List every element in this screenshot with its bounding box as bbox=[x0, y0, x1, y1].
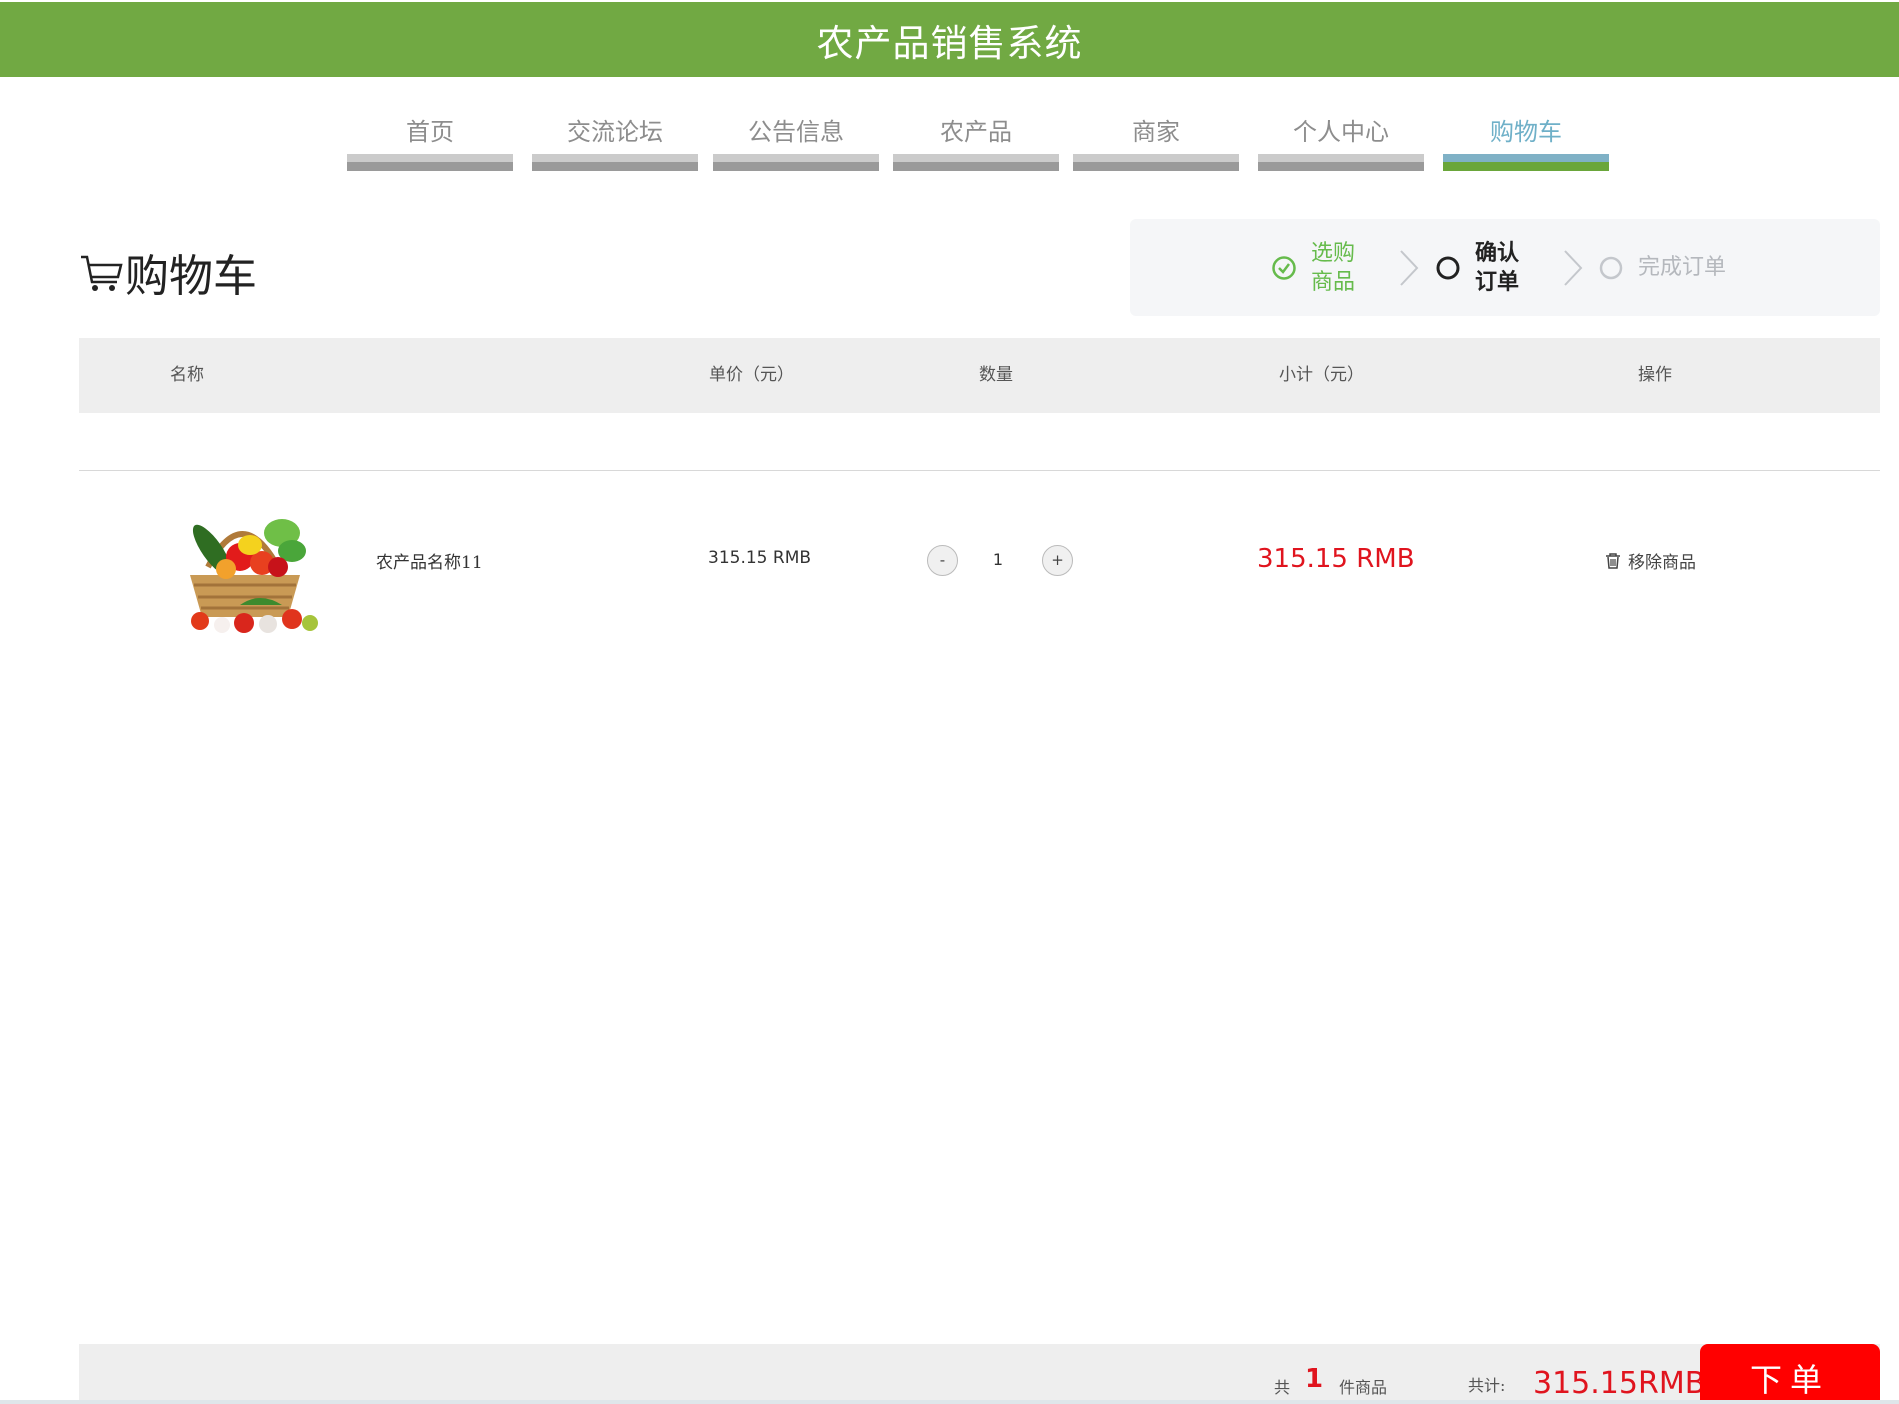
nav-item-merchants[interactable]: 商家 bbox=[1073, 108, 1239, 172]
cart-summary-bar: 共 1 件商品 共计: 315.15RMB bbox=[79, 1344, 1880, 1404]
column-header-subtotal: 小计（元） bbox=[1279, 365, 1364, 385]
step-confirm-order: 确认订单 bbox=[1435, 219, 1531, 316]
nav-item-label: 购物车 bbox=[1490, 118, 1562, 146]
nav-item-label: 交流论坛 bbox=[567, 118, 663, 146]
page-bottom-border bbox=[0, 1400, 1899, 1404]
count-prefix: 共 bbox=[1274, 1378, 1291, 1397]
trash-icon bbox=[1606, 552, 1620, 569]
page-title: 购物车 bbox=[79, 240, 257, 304]
quantity-increase-button[interactable]: + bbox=[1042, 545, 1073, 576]
nav-item-label: 首页 bbox=[406, 118, 454, 146]
column-header-action: 操作 bbox=[1638, 365, 1672, 385]
nav-item-label: 农产品 bbox=[940, 118, 1012, 146]
nav-item-label: 公告信息 bbox=[748, 118, 844, 146]
item-count: 1 bbox=[1305, 1364, 1324, 1394]
order-steps: 选购商品 确认订单 完成订单 bbox=[1130, 219, 1880, 316]
nav-item-products[interactable]: 农产品 bbox=[893, 108, 1059, 172]
chevron-right-icon bbox=[1400, 250, 1419, 286]
product-name[interactable]: 农产品名称11 bbox=[376, 548, 483, 573]
nav-item-notices[interactable]: 公告信息 bbox=[713, 108, 879, 172]
step-label: 选购商品 bbox=[1311, 240, 1356, 295]
quantity-decrease-button[interactable]: - bbox=[927, 545, 958, 576]
nav-item-profile[interactable]: 个人中心 bbox=[1258, 108, 1424, 172]
unit-price: 315.15 RMB bbox=[708, 548, 812, 568]
total-label: 共计: bbox=[1468, 1376, 1506, 1395]
circle-current-icon bbox=[1436, 256, 1460, 279]
app-header: 农产品销售系统 bbox=[0, 2, 1899, 77]
check-circle-icon bbox=[1272, 255, 1296, 280]
remove-item-label: 移除商品 bbox=[1628, 553, 1696, 573]
remove-item-button[interactable]: 移除商品 bbox=[1604, 548, 1696, 573]
quantity-input[interactable] bbox=[982, 547, 1014, 571]
cart-icon bbox=[81, 255, 123, 291]
circle-pending-icon bbox=[1599, 256, 1623, 279]
nav-item-home[interactable]: 首页 bbox=[347, 108, 513, 172]
place-order-button[interactable]: 下单 bbox=[1700, 1344, 1880, 1404]
column-header-quantity: 数量 bbox=[979, 365, 1013, 385]
page-root: 农产品销售系统 首页 交流论坛 公告信息 农产品 商家 个人中心 购物车 购物车… bbox=[0, 0, 1899, 1404]
total-amount: 315.15RMB bbox=[1533, 1366, 1706, 1401]
column-header-unit-price: 单价（元） bbox=[709, 365, 794, 385]
row-subtotal: 315.15 RMB bbox=[1257, 544, 1415, 574]
app-title: 农产品销售系统 bbox=[816, 21, 1083, 65]
nav-item-label: 个人中心 bbox=[1293, 118, 1389, 146]
column-header-name: 名称 bbox=[170, 365, 204, 385]
chevron-right-icon bbox=[1564, 250, 1583, 286]
count-suffix: 件商品 bbox=[1339, 1378, 1388, 1397]
step-label: 确认订单 bbox=[1475, 239, 1520, 295]
nav-item-cart[interactable]: 购物车 bbox=[1443, 108, 1609, 172]
nav-item-label: 商家 bbox=[1132, 118, 1180, 146]
step-select-goods: 选购商品 bbox=[1271, 219, 1371, 316]
nav-item-forum[interactable]: 交流论坛 bbox=[532, 108, 698, 172]
step-complete-order: 完成订单 bbox=[1598, 219, 1726, 316]
product-image[interactable] bbox=[170, 505, 320, 633]
step-label: 完成订单 bbox=[1638, 255, 1727, 280]
table-header: 名称 单价（元） 数量 小计（元） 操作 bbox=[79, 338, 1880, 413]
page-title-text: 购物车 bbox=[125, 251, 257, 302]
row-divider bbox=[79, 470, 1880, 471]
